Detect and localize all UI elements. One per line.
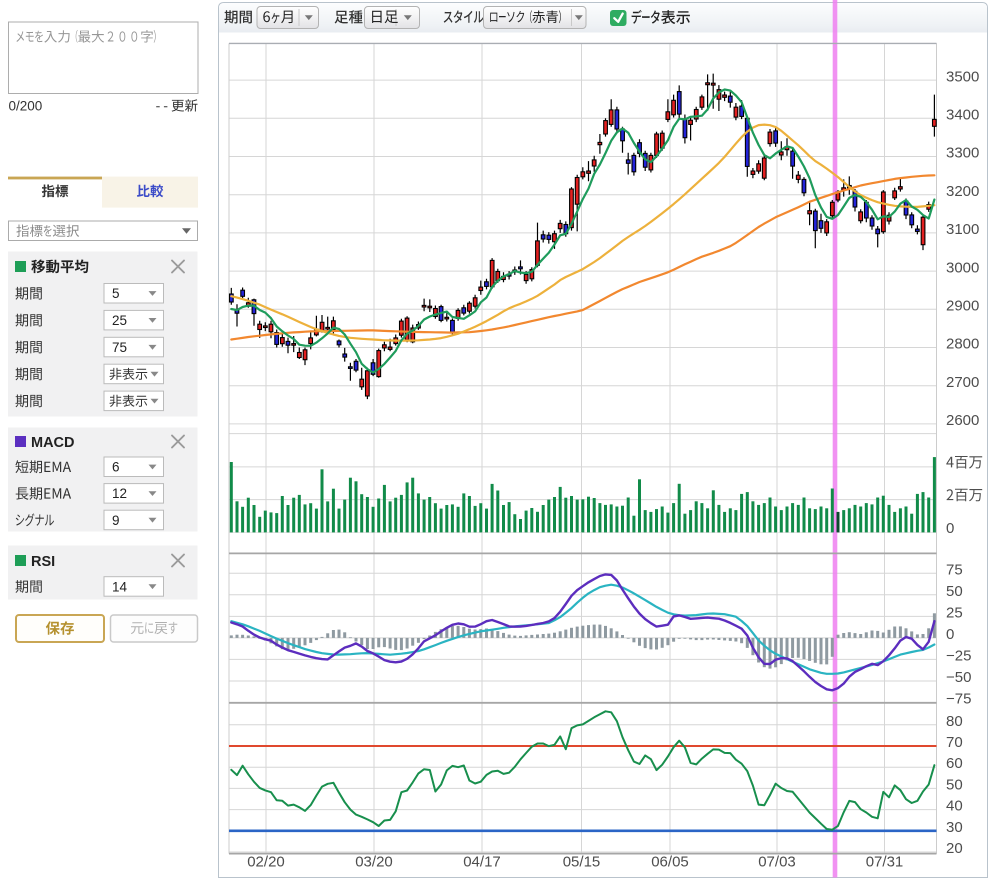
svg-text:9: 9 — [112, 513, 120, 528]
svg-text:75: 75 — [112, 340, 127, 355]
svg-text:07/03: 07/03 — [758, 854, 796, 871]
svg-text:02/20: 02/20 — [247, 854, 285, 871]
svg-text:3200: 3200 — [946, 183, 979, 200]
svg-text:40: 40 — [946, 798, 963, 815]
svg-text:0: 0 — [946, 520, 954, 537]
svg-text:30: 30 — [946, 819, 963, 836]
svg-text:75: 75 — [946, 561, 963, 578]
svg-text:RSI: RSI — [31, 554, 55, 570]
svg-text:25: 25 — [112, 313, 127, 328]
svg-text:−25: −25 — [946, 647, 971, 664]
svg-text:3300: 3300 — [946, 145, 979, 162]
svg-text:07/31: 07/31 — [866, 854, 904, 871]
svg-text:2600: 2600 — [946, 412, 979, 429]
svg-text:−50: −50 — [946, 669, 971, 686]
svg-text:12: 12 — [112, 486, 127, 501]
svg-text:0: 0 — [946, 626, 954, 643]
svg-text:2700: 2700 — [946, 374, 979, 391]
svg-text:20: 20 — [946, 840, 963, 857]
svg-text:50: 50 — [946, 583, 963, 600]
svg-text:03/20: 03/20 — [355, 854, 393, 871]
svg-text:0/200: 0/200 — [9, 99, 43, 114]
svg-text:60: 60 — [946, 755, 963, 772]
svg-text:2900: 2900 — [946, 298, 979, 315]
svg-text:MACD: MACD — [31, 435, 75, 451]
svg-text:3500: 3500 — [946, 68, 979, 85]
svg-text:5: 5 — [112, 286, 120, 301]
svg-text:3400: 3400 — [946, 107, 979, 124]
svg-text:70: 70 — [946, 734, 963, 751]
svg-text:04/17: 04/17 — [463, 854, 501, 871]
svg-text:2800: 2800 — [946, 336, 979, 353]
svg-text:3100: 3100 — [946, 221, 979, 238]
svg-text:50: 50 — [946, 776, 963, 793]
svg-text:3000: 3000 — [946, 259, 979, 276]
svg-text:05/15: 05/15 — [563, 854, 601, 871]
svg-text:6: 6 — [112, 460, 120, 475]
svg-text:25: 25 — [946, 604, 963, 621]
svg-text:80: 80 — [946, 713, 963, 730]
svg-text:06/05: 06/05 — [651, 854, 689, 871]
svg-text:−75: −75 — [946, 690, 971, 707]
svg-text:14: 14 — [112, 579, 128, 594]
